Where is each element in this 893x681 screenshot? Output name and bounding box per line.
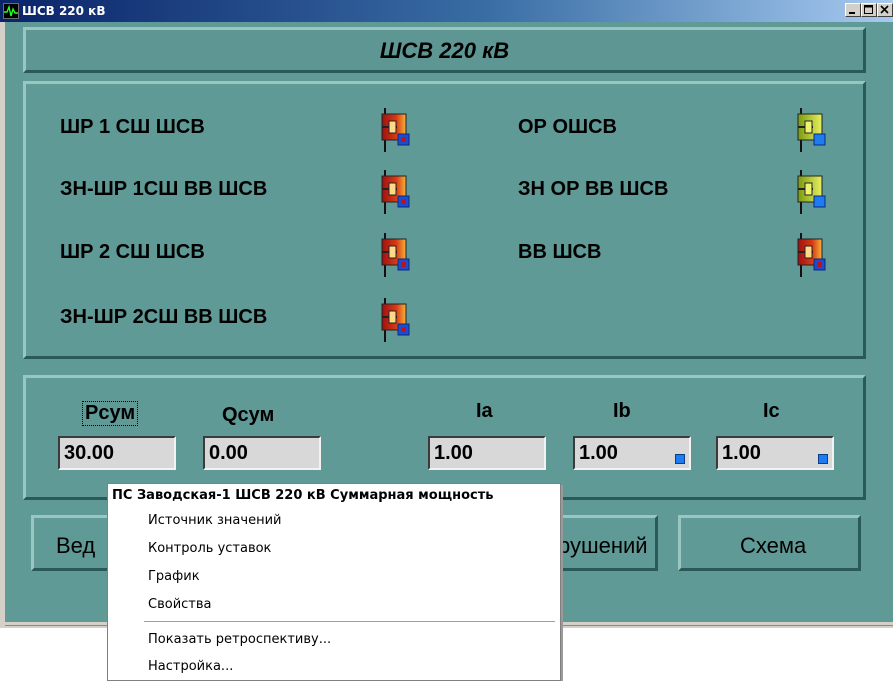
switch-panel: ШР 1 СШ ШСВ ЗН-ШР 1СШ ВВ ШСВ ШР 2 СШ ШСВ… xyxy=(23,81,866,359)
switch-icon-shr2[interactable] xyxy=(377,233,413,277)
ia-value: 1.00 xyxy=(434,442,473,464)
disconnector-icon xyxy=(797,170,826,214)
psum-value: 30.00 xyxy=(64,442,115,464)
switch-icon-zn-shr2[interactable] xyxy=(377,298,413,342)
disconnector-icon xyxy=(381,233,410,277)
maximize-button[interactable] xyxy=(861,3,877,17)
disconnector-icon xyxy=(797,233,826,277)
ib-status-marker xyxy=(675,454,685,464)
window-title: ШСВ 220 кВ xyxy=(22,4,106,18)
switch-label-zn-or: ЗН ОР ВВ ШСВ xyxy=(518,178,669,200)
menu-item-settings[interactable]: Настройка... xyxy=(148,659,233,674)
switch-icon-vv[interactable] xyxy=(793,233,829,277)
switch-label-zn-shr2: ЗН-ШР 2СШ ВВ ШСВ xyxy=(60,306,268,328)
scheme-button-label: Схема xyxy=(740,533,807,558)
menu-item-setpoint-control[interactable]: Контроль уставок xyxy=(148,541,271,556)
label-ia: Ia xyxy=(476,400,493,422)
switch-label-shr1: ШР 1 СШ ШСВ xyxy=(60,116,205,138)
close-button[interactable] xyxy=(877,3,893,17)
ib-field[interactable]: 1.00 xyxy=(573,436,691,470)
qsum-value: 0.00 xyxy=(209,442,248,464)
psum-field[interactable]: 30.00 xyxy=(58,436,176,470)
disconnector-icon xyxy=(797,108,826,152)
ic-value: 1.00 xyxy=(722,442,761,464)
label-psum: Pсум xyxy=(81,401,139,426)
switch-label-or: ОР ОШСВ xyxy=(518,116,617,138)
switch-icon-or[interactable] xyxy=(793,108,829,152)
ib-value: 1.00 xyxy=(579,442,618,464)
violations-log-label: рушений xyxy=(558,533,648,558)
header-panel: ШСВ 220 кВ xyxy=(23,27,866,73)
title-bar[interactable]: ШСВ 220 кВ xyxy=(0,0,893,22)
menu-item-value-source[interactable]: Источник значений xyxy=(148,513,281,528)
switch-icon-zn-shr1[interactable] xyxy=(377,170,413,214)
label-qsum: Qсум xyxy=(222,404,275,426)
switch-label-vv: ВВ ШСВ xyxy=(518,241,602,263)
disconnector-icon xyxy=(381,108,410,152)
disconnector-icon xyxy=(381,298,410,342)
menu-item-chart[interactable]: График xyxy=(148,569,200,584)
switch-label-shr2: ШР 2 СШ ШСВ xyxy=(60,241,205,263)
ic-status-marker xyxy=(818,454,828,464)
ic-field[interactable]: 1.00 xyxy=(716,436,834,470)
violations-log-label-left: Вед xyxy=(56,533,96,558)
measurements-panel: Pсум Qсум Ia Ib Ic 30.00 0.00 1.00 1.00 … xyxy=(23,375,866,500)
label-ic: Ic xyxy=(763,400,780,422)
ia-field[interactable]: 1.00 xyxy=(428,436,546,470)
context-menu: ПС Заводская-1 ШСВ 220 кВ Суммарная мощн… xyxy=(107,483,561,681)
close-icon xyxy=(880,5,889,14)
scheme-button[interactable]: Схема xyxy=(678,515,861,571)
menu-separator xyxy=(144,621,555,623)
switch-icon-shr1[interactable] xyxy=(377,108,413,152)
switch-label-zn-shr1: ЗН-ШР 1СШ ВВ ШСВ xyxy=(60,178,268,200)
oscilloscope-app-icon[interactable] xyxy=(3,3,19,19)
menu-item-show-retrospective[interactable]: Показать ретроспективу... xyxy=(148,632,331,647)
violations-log-button-right[interactable]: рушений xyxy=(555,515,658,571)
label-ib: Ib xyxy=(613,400,631,422)
maximize-icon xyxy=(864,5,873,14)
page-title: ШСВ 220 кВ xyxy=(379,38,510,63)
minimize-button[interactable] xyxy=(845,3,861,17)
switch-icon-zn-or[interactable] xyxy=(793,170,829,214)
menu-item-properties[interactable]: Свойства xyxy=(148,597,212,612)
minimize-icon xyxy=(849,12,855,14)
context-menu-header: ПС Заводская-1 ШСВ 220 кВ Суммарная мощн… xyxy=(112,488,494,503)
qsum-field[interactable]: 0.00 xyxy=(203,436,321,470)
disconnector-icon xyxy=(381,170,410,214)
